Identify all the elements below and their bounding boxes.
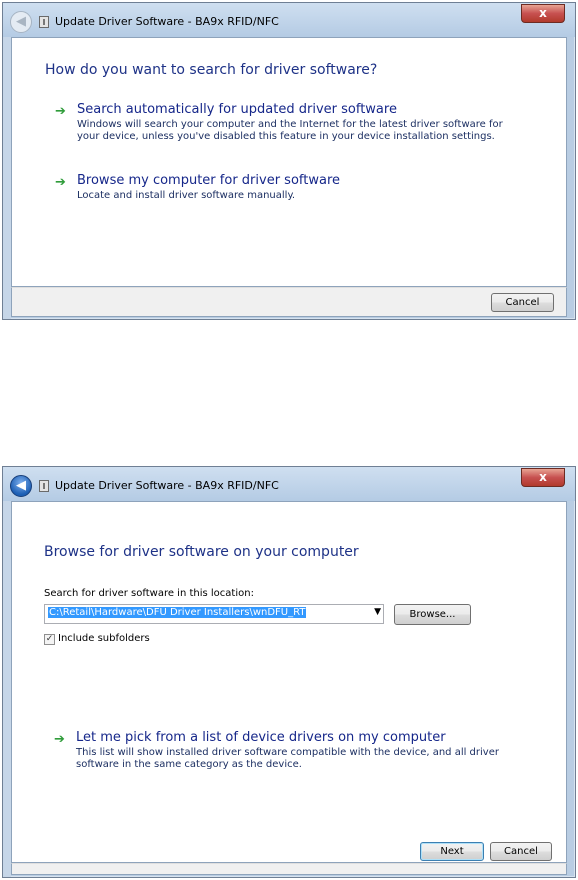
option-title[interactable]: Let me pick from a list of device driver… <box>76 730 446 745</box>
update-driver-window-2: ◀ Update Driver Software - BA9x RFID/NFC… <box>2 466 576 878</box>
back-arrow-icon[interactable]: ◀ <box>10 475 32 497</box>
device-icon <box>39 480 49 492</box>
include-subfolders-label[interactable]: Include subfolders <box>58 633 150 644</box>
close-icon: x <box>539 470 547 484</box>
title-bar[interactable]: ◀ Update Driver Software - BA9x RFID/NFC… <box>3 3 575 37</box>
option-description: Locate and install driver software manua… <box>77 190 296 201</box>
command-area: Cancel <box>11 287 567 317</box>
command-area <box>11 863 567 875</box>
title-bar[interactable]: ◀ Update Driver Software - BA9x RFID/NFC… <box>3 467 575 501</box>
cancel-button[interactable]: Cancel <box>491 293 554 312</box>
wizard-content: Browse for driver software on your compu… <box>11 501 567 863</box>
window-title: Update Driver Software - BA9x RFID/NFC <box>55 479 279 492</box>
update-driver-window-1: ◀ Update Driver Software - BA9x RFID/NFC… <box>2 2 576 320</box>
pick-from-list-option[interactable]: ➔ Let me pick from a list of device driv… <box>54 730 524 780</box>
green-arrow-icon: ➔ <box>54 732 65 747</box>
next-button[interactable]: Next <box>420 842 484 861</box>
close-button[interactable]: x <box>521 468 565 487</box>
driver-path-value[interactable]: C:\Retail\Hardware\DFU Driver Installers… <box>48 607 307 618</box>
frame-edge <box>3 37 11 319</box>
search-automatically-option[interactable]: ➔ Search automatically for updated drive… <box>55 102 525 152</box>
green-arrow-icon: ➔ <box>55 175 66 190</box>
wizard-content: How do you want to search for driver sof… <box>11 37 567 287</box>
back-arrow-icon: ◀ <box>10 11 32 33</box>
option-title[interactable]: Browse my computer for driver software <box>77 173 340 188</box>
checkmark-icon: ✓ <box>45 634 54 644</box>
option-description: Windows will search your computer and th… <box>77 119 503 142</box>
option-description: This list will show installed driver sof… <box>76 747 499 770</box>
close-button[interactable]: x <box>521 4 565 23</box>
option-title[interactable]: Search automatically for updated driver … <box>77 102 397 117</box>
include-subfolders-checkbox[interactable]: ✓ <box>44 634 55 645</box>
close-icon: x <box>539 6 547 20</box>
cancel-button[interactable]: Cancel <box>490 842 552 861</box>
browse-button[interactable]: Browse... <box>394 604 471 625</box>
frame-edge <box>3 501 11 877</box>
device-icon <box>39 16 49 28</box>
page-heading: How do you want to search for driver sof… <box>45 62 378 78</box>
green-arrow-icon: ➔ <box>55 104 66 119</box>
chevron-down-icon[interactable]: ▼ <box>374 607 381 617</box>
driver-path-combobox[interactable]: C:\Retail\Hardware\DFU Driver Installers… <box>44 604 384 624</box>
browse-computer-option[interactable]: ➔ Browse my computer for driver software… <box>55 173 525 207</box>
window-title: Update Driver Software - BA9x RFID/NFC <box>55 15 279 28</box>
page-heading: Browse for driver software on your compu… <box>44 544 359 560</box>
search-location-label: Search for driver software in this locat… <box>44 588 254 599</box>
